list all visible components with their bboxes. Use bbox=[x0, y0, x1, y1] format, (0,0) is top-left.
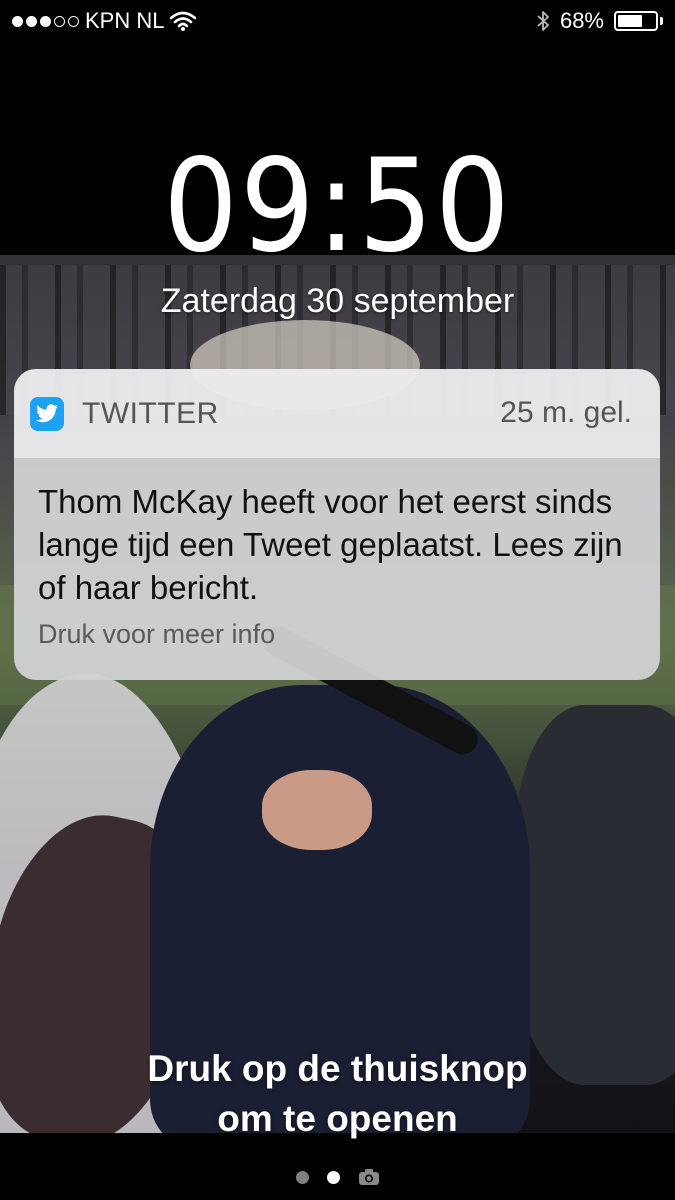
notification-time: 25 m. gel. bbox=[500, 396, 632, 429]
page-dot[interactable] bbox=[295, 1170, 309, 1184]
bluetooth-icon bbox=[536, 9, 550, 33]
lock-screen-clock: 09:50 bbox=[163, 132, 512, 281]
twitter-notification[interactable]: TWITTER 25 m. gel. Thom McKay heeft voor… bbox=[14, 369, 660, 680]
battery-icon bbox=[614, 11, 658, 31]
unlock-hint-line1: Druk op de thuisknop bbox=[147, 1048, 528, 1089]
unlock-hint-line2: om te openen bbox=[217, 1098, 458, 1139]
twitter-bird-icon bbox=[30, 396, 64, 431]
signal-dots-icon bbox=[12, 15, 79, 27]
notification-app-name: TWITTER bbox=[82, 396, 219, 430]
page-dot-active[interactable] bbox=[326, 1170, 340, 1184]
notification-header: TWITTER 25 m. gel. bbox=[14, 369, 660, 458]
unlock-hint: Druk op de thuisknop om te openen bbox=[0, 1044, 675, 1144]
notification-body: Thom McKay heeft voor het eerst sinds la… bbox=[14, 458, 660, 680]
wifi-icon bbox=[170, 11, 197, 31]
lock-screen-date: Zaterdag 30 september bbox=[160, 282, 515, 320]
status-bar: KPN NL 68% bbox=[0, 0, 675, 44]
camera-icon[interactable] bbox=[358, 1168, 380, 1186]
battery-percent: 68% bbox=[559, 8, 604, 33]
notification-more-info[interactable]: Druk voor meer info bbox=[38, 619, 636, 650]
page-indicator[interactable] bbox=[0, 1168, 675, 1186]
carrier-name: KPN NL bbox=[85, 8, 165, 33]
notification-message: Thom McKay heeft voor het eerst sinds la… bbox=[38, 483, 623, 606]
